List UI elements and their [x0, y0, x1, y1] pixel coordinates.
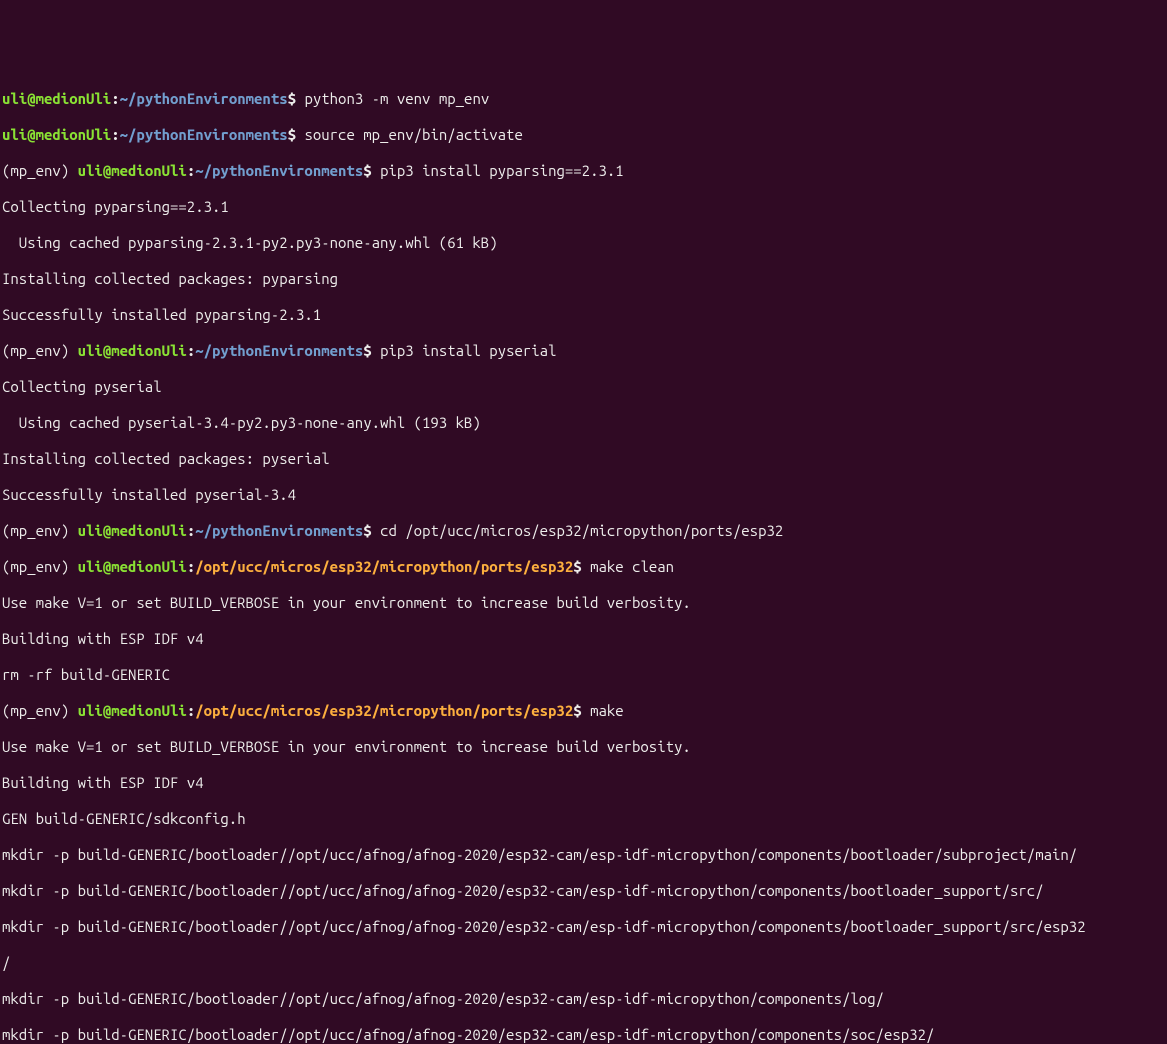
- space: [69, 702, 77, 719]
- prompt-line: (mp_env) uli@medionUli:~/pythonEnvironme…: [2, 162, 1165, 180]
- at-sign: @: [103, 702, 111, 719]
- path: ~/pythonEnvironments: [195, 522, 363, 539]
- colon: :: [187, 522, 195, 539]
- dollar: $: [288, 126, 305, 143]
- colon: :: [187, 702, 195, 719]
- output-line: Building with ESP IDF v4: [2, 774, 1165, 792]
- command: make: [590, 702, 624, 719]
- output-line: Use make V=1 or set BUILD_VERBOSE in you…: [2, 594, 1165, 612]
- dollar: $: [573, 702, 590, 719]
- output-line: Using cached pyserial-3.4-py2.py3-none-a…: [2, 414, 1165, 432]
- space: [69, 522, 77, 539]
- user: uli: [78, 558, 103, 575]
- dollar: $: [288, 90, 305, 107]
- dollar: $: [363, 162, 380, 179]
- venv-prefix: (mp_env): [2, 702, 69, 719]
- command: pip3 install pyserial: [380, 342, 556, 359]
- output-line: Installing collected packages: pyparsing: [2, 270, 1165, 288]
- venv-prefix: (mp_env): [2, 342, 69, 359]
- at-sign: @: [27, 90, 35, 107]
- prompt-line: (mp_env) uli@medionUli:~/pythonEnvironme…: [2, 522, 1165, 540]
- hostname: medionUli: [111, 522, 187, 539]
- hostname: medionUli: [111, 558, 187, 575]
- command: make clean: [590, 558, 674, 575]
- user: uli: [78, 522, 103, 539]
- colon: :: [111, 90, 119, 107]
- output-line: Collecting pyserial: [2, 378, 1165, 396]
- command: python3 -m venv mp_env: [304, 90, 489, 107]
- at-sign: @: [27, 126, 35, 143]
- output-line: Collecting pyparsing==2.3.1: [2, 198, 1165, 216]
- prompt-line: (mp_env) uli@medionUli:/opt/ucc/micros/e…: [2, 702, 1165, 720]
- hostname: medionUli: [36, 90, 112, 107]
- dollar: $: [363, 522, 380, 539]
- user: uli: [78, 342, 103, 359]
- prompt-line: uli@medionUli:~/pythonEnvironments$ sour…: [2, 126, 1165, 144]
- dollar: $: [363, 342, 380, 359]
- at-sign: @: [103, 162, 111, 179]
- output-line: GEN build-GENERIC/sdkconfig.h: [2, 810, 1165, 828]
- command: pip3 install pyparsing==2.3.1: [380, 162, 624, 179]
- prompt-line: (mp_env) uli@medionUli:/opt/ucc/micros/e…: [2, 558, 1165, 576]
- output-line: Successfully installed pyparsing-2.3.1: [2, 306, 1165, 324]
- user: uli: [78, 162, 103, 179]
- prompt-line: uli@medionUli:~/pythonEnvironments$ pyth…: [2, 90, 1165, 108]
- path: ~/pythonEnvironments: [120, 90, 288, 107]
- space: [69, 558, 77, 575]
- output-line: Use make V=1 or set BUILD_VERBOSE in you…: [2, 738, 1165, 756]
- colon: :: [187, 558, 195, 575]
- output-line: /: [2, 954, 1165, 972]
- colon: :: [187, 342, 195, 359]
- hostname: medionUli: [111, 162, 187, 179]
- hostname: medionUli: [36, 126, 112, 143]
- terminal-window[interactable]: uli@medionUli:~/pythonEnvironments$ pyth…: [0, 72, 1167, 1044]
- prompt-line: (mp_env) uli@medionUli:~/pythonEnvironme…: [2, 342, 1165, 360]
- colon: :: [187, 162, 195, 179]
- output-line: mkdir -p build-GENERIC/bootloader//opt/u…: [2, 846, 1165, 864]
- colon: :: [111, 126, 119, 143]
- path: ~/pythonEnvironments: [195, 342, 363, 359]
- user: uli: [2, 126, 27, 143]
- dollar: $: [573, 558, 590, 575]
- path: /opt/ucc/micros/esp32/micropython/ports/…: [195, 702, 573, 719]
- at-sign: @: [103, 522, 111, 539]
- venv-prefix: (mp_env): [2, 522, 69, 539]
- output-line: mkdir -p build-GENERIC/bootloader//opt/u…: [2, 882, 1165, 900]
- venv-prefix: (mp_env): [2, 558, 69, 575]
- hostname: medionUli: [111, 702, 187, 719]
- path: ~/pythonEnvironments: [195, 162, 363, 179]
- command: cd /opt/ucc/micros/esp32/micropython/por…: [380, 522, 783, 539]
- output-line: rm -rf build-GENERIC: [2, 666, 1165, 684]
- hostname: medionUli: [111, 342, 187, 359]
- at-sign: @: [103, 558, 111, 575]
- command: source mp_env/bin/activate: [304, 126, 522, 143]
- user: uli: [78, 702, 103, 719]
- output-line: Building with ESP IDF v4: [2, 630, 1165, 648]
- at-sign: @: [103, 342, 111, 359]
- space: [69, 342, 77, 359]
- output-line: mkdir -p build-GENERIC/bootloader//opt/u…: [2, 918, 1165, 936]
- venv-prefix: (mp_env): [2, 162, 69, 179]
- output-line: Successfully installed pyserial-3.4: [2, 486, 1165, 504]
- user: uli: [2, 90, 27, 107]
- output-line: mkdir -p build-GENERIC/bootloader//opt/u…: [2, 1026, 1165, 1044]
- space: [69, 162, 77, 179]
- path: ~/pythonEnvironments: [120, 126, 288, 143]
- output-line: mkdir -p build-GENERIC/bootloader//opt/u…: [2, 990, 1165, 1008]
- output-line: Using cached pyparsing-2.3.1-py2.py3-non…: [2, 234, 1165, 252]
- output-line: Installing collected packages: pyserial: [2, 450, 1165, 468]
- path: /opt/ucc/micros/esp32/micropython/ports/…: [195, 558, 573, 575]
